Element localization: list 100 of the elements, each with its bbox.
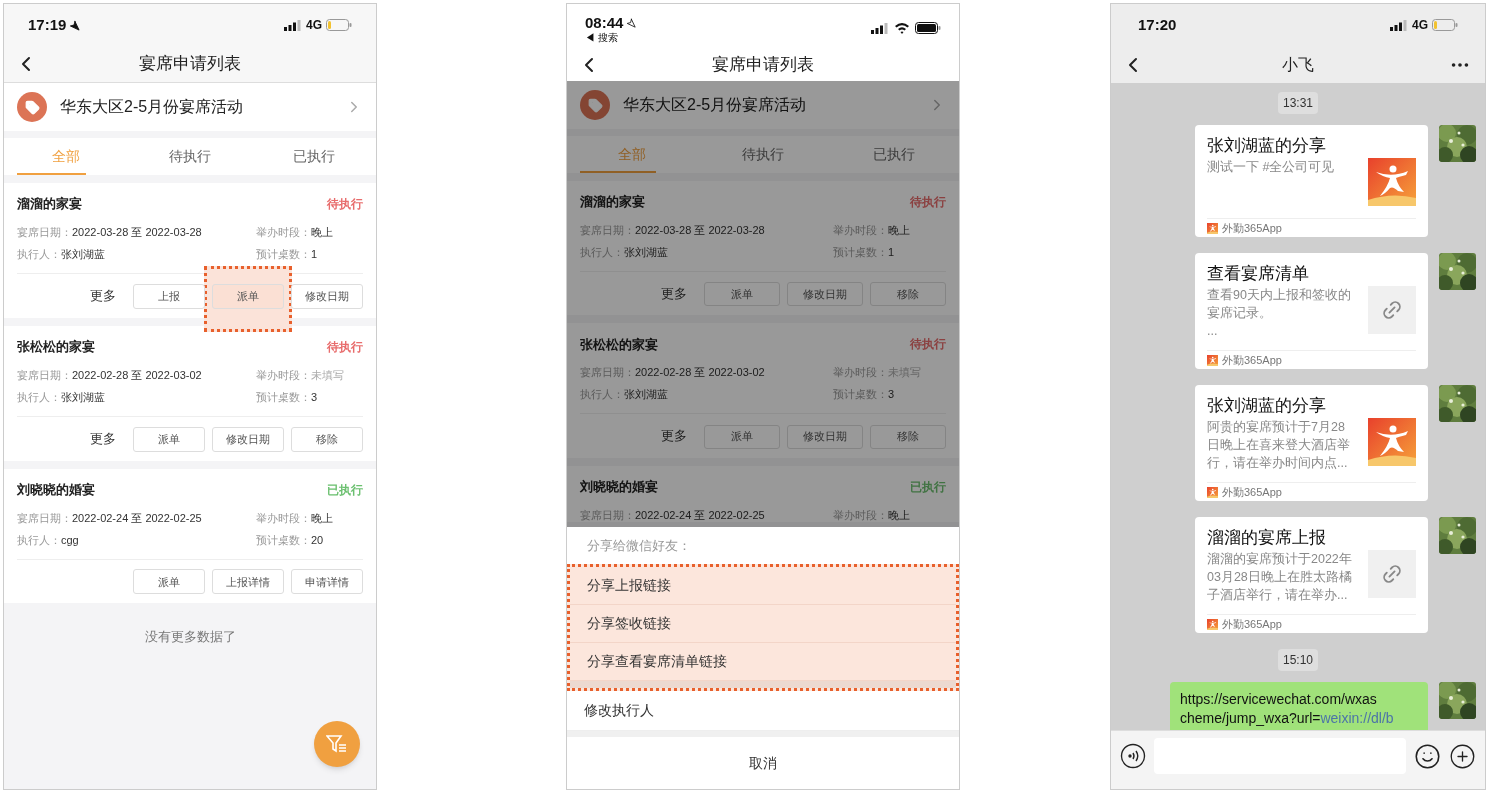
field-value: 张刘湖蓝 xyxy=(61,389,105,404)
card-title: 溜溜的宴席上报 xyxy=(1207,527,1327,549)
event-title: 张松松的家宴 xyxy=(17,338,95,356)
page-title: 宴席申请列表 xyxy=(712,54,814,77)
field-label: 预计桌数： xyxy=(256,247,311,261)
card-source: 外勤365App xyxy=(1222,220,1282,236)
signal-icon xyxy=(284,19,302,31)
field-value: 2022-02-24 至 2022-02-25 xyxy=(635,507,765,522)
action-button[interactable]: 修改日期 xyxy=(212,426,284,452)
card-description: ... xyxy=(1207,323,1219,340)
field-value: 晚上 xyxy=(311,510,333,525)
voice-icon[interactable] xyxy=(1120,743,1146,769)
tab[interactable]: 已执行 xyxy=(828,136,959,173)
action-button[interactable]: 派单 xyxy=(212,283,284,309)
action-button[interactable]: 派单 xyxy=(704,282,780,307)
location-arrow-icon xyxy=(626,17,637,28)
clock-time: 08:44 xyxy=(585,14,624,31)
action-button[interactable]: 派单 xyxy=(704,424,780,449)
activity-title: 华东大区2-5月份宴席活动 xyxy=(623,95,808,115)
more-button[interactable]: 更多 xyxy=(86,283,120,308)
app-logo-icon xyxy=(1368,418,1416,466)
signal-icon xyxy=(1390,19,1408,31)
card-description: 03月28日晚上在胜太路橘 xyxy=(1207,569,1353,586)
more-button[interactable]: 更多 xyxy=(657,423,691,449)
link-card[interactable]: 查看宴席清单 查看90天内上报和签收的 宴席记录。 ... 外勤365App xyxy=(1195,253,1428,369)
action-button[interactable]: 派单 xyxy=(133,569,205,595)
tab[interactable]: 已执行 xyxy=(252,138,376,175)
event-title: 刘晓晓的婚宴 xyxy=(580,477,658,496)
tab[interactable]: 待执行 xyxy=(128,138,252,175)
field-value: 晚上 xyxy=(888,507,910,522)
app-logo-icon xyxy=(1207,222,1218,234)
emoji-icon[interactable] xyxy=(1414,743,1441,770)
action-button[interactable]: 申请详情 xyxy=(291,569,363,595)
app-logo-icon xyxy=(1207,618,1218,630)
status-label: 待执行 xyxy=(327,338,363,356)
action-button[interactable]: 移除 xyxy=(870,282,946,307)
action-button[interactable]: 移除 xyxy=(870,424,946,449)
back-to-app-link[interactable]: ◀ 搜索 xyxy=(585,31,637,45)
sheet-option[interactable]: 分享上报链接 xyxy=(570,567,956,605)
tag-icon xyxy=(580,90,610,120)
field-value: 3 xyxy=(888,387,895,402)
link-card[interactable]: 张刘湖蓝的分享 阿贵的宴席预计于7月28 日晚上在喜来登大酒店举 行，请在举办时间内点... 外勤365App xyxy=(1195,385,1428,501)
card-source: 外勤365App xyxy=(1222,352,1282,368)
link-card[interactable]: 张刘湖蓝的分享 测试一下 #全公司可见 外勤365App xyxy=(1195,125,1428,237)
action-button[interactable]: 移除 xyxy=(291,426,363,452)
field-value: 2022-03-28 至 2022-03-28 xyxy=(635,223,765,237)
action-button[interactable]: 修改日期 xyxy=(291,283,363,309)
event-title: 溜溜的家宴 xyxy=(580,193,645,212)
timestamp: 13:31 xyxy=(1278,92,1318,114)
action-button[interactable]: 修改日期 xyxy=(787,424,863,449)
add-icon[interactable] xyxy=(1449,743,1476,770)
action-button[interactable]: 上报详情 xyxy=(212,569,284,595)
field-label: 预计桌数： xyxy=(256,389,311,404)
chat-title: 小飞 xyxy=(1282,54,1314,75)
sheet-option[interactable]: 分享签收链接 xyxy=(570,605,956,643)
activity-title: 华东大区2-5月份宴席活动 xyxy=(60,97,245,117)
action-button[interactable]: 修改日期 xyxy=(787,282,863,307)
field-label: 执行人： xyxy=(17,247,61,261)
field-value: 3 xyxy=(311,389,318,404)
battery-icon xyxy=(1432,19,1458,31)
field-label: 宴席日期： xyxy=(17,510,72,525)
action-button[interactable]: 上报 xyxy=(133,283,205,309)
field-label: 预计桌数： xyxy=(833,245,888,259)
activity-row[interactable]: 华东大区2-5月份宴席活动 xyxy=(4,83,376,131)
field-label: 预计桌数： xyxy=(833,387,888,402)
link-icon xyxy=(1368,286,1416,334)
more-button[interactable]: 更多 xyxy=(657,281,691,306)
field-label: 举办时段： xyxy=(256,510,311,525)
card-title: 张刘湖蓝的分享 xyxy=(1207,135,1327,157)
more-button[interactable]: 更多 xyxy=(86,425,120,451)
field-label: 宴席日期： xyxy=(17,367,72,382)
event-title: 刘晓晓的婚宴 xyxy=(17,480,95,499)
app-logo-icon xyxy=(1207,354,1218,366)
field-value: 20 xyxy=(311,532,324,547)
network-label: 4G xyxy=(306,17,322,34)
field-label: 预计桌数： xyxy=(256,532,311,547)
field-value: 张刘湖蓝 xyxy=(624,245,668,259)
action-button[interactable]: 派单 xyxy=(133,426,205,452)
card-description: 行，请在举办时间内点... xyxy=(1207,455,1349,472)
wifi-icon xyxy=(894,22,910,34)
card-description: 子酒店举行，请在举办... xyxy=(1207,587,1349,604)
page-title: 宴席申请列表 xyxy=(139,53,241,76)
activity-row[interactable]: 华东大区2-5月份宴席活动 xyxy=(567,81,959,129)
field-value: 2022-02-24 至 2022-02-25 xyxy=(72,510,202,525)
card-description: 阿贵的宴席预计于7月28 xyxy=(1207,419,1346,436)
field-value: 晚上 xyxy=(888,223,910,237)
link-icon xyxy=(1368,550,1416,598)
clock-time: 17:20 xyxy=(1138,14,1177,35)
status-label: 已执行 xyxy=(910,478,946,496)
field-value: 1 xyxy=(311,247,318,261)
clock-time: 17:19 xyxy=(28,14,67,35)
field-value: 1 xyxy=(888,245,895,259)
sheet-header: 分享给微信好友： xyxy=(586,536,692,555)
link-card[interactable]: 溜溜的宴席上报 溜溜的宴席预计于2022年 03月28日晚上在胜太路橘 子酒店举行，请在举办... 外勤365App xyxy=(1195,517,1428,633)
field-label: 执行人： xyxy=(17,389,61,404)
tab[interactable]: 待执行 xyxy=(697,136,829,173)
card-description: 宴席记录。 xyxy=(1207,305,1273,322)
field-label: 执行人： xyxy=(17,532,61,547)
field-value: 2022-03-28 至 2022-03-28 xyxy=(72,225,202,239)
cancel-button[interactable]: 取消 xyxy=(567,737,959,789)
